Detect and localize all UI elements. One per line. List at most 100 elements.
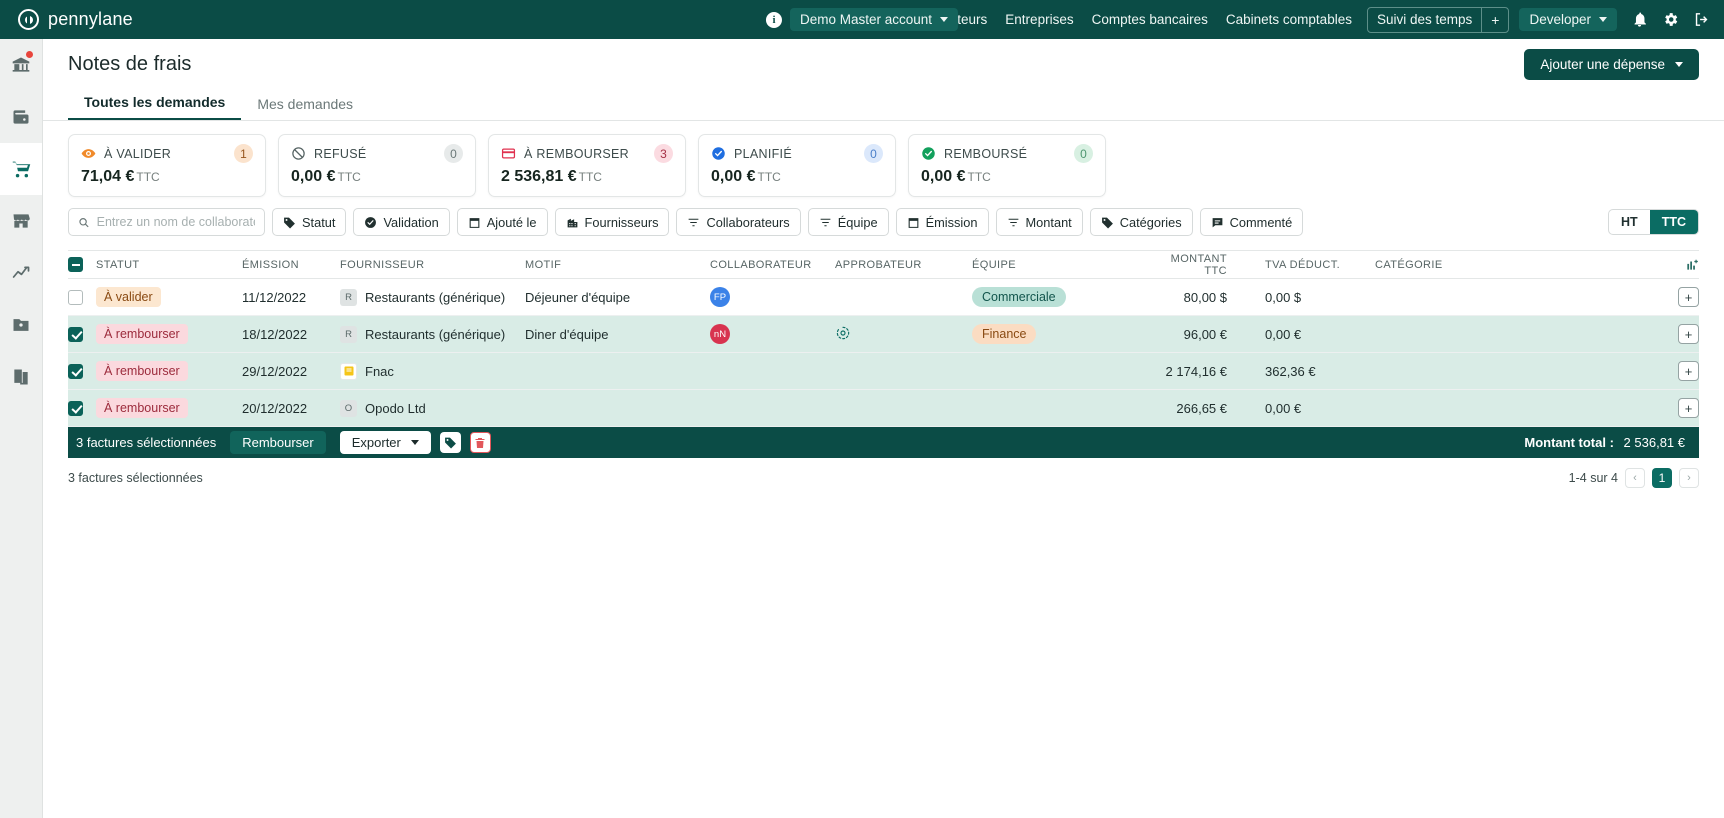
stat-card-planifie[interactable]: PLANIFIÉ 0 0,00 € TTC	[698, 134, 896, 197]
cell-actions: +	[1653, 361, 1699, 381]
cell-statut: À rembourser	[96, 324, 242, 344]
column-header-approbateur[interactable]: APPROBATEUR	[835, 259, 972, 271]
column-header-motif[interactable]: MOTIF	[525, 259, 710, 271]
rembourser-button[interactable]: Rembourser	[230, 431, 326, 454]
column-header-categorie[interactable]: CATÉGORIE	[1375, 259, 1653, 271]
sidebar-item-wallet[interactable]	[0, 91, 42, 143]
select-all-checkbox[interactable]	[68, 257, 83, 272]
nav-link-entreprises[interactable]: Entreprises	[996, 12, 1082, 27]
stat-card-a-valider[interactable]: À VALIDER 1 71,04 € TTC	[68, 134, 266, 197]
time-tracking-button[interactable]: Suivi des temps	[1368, 8, 1481, 32]
filter-collaborateurs[interactable]: Collaborateurs	[676, 208, 801, 236]
table-row[interactable]: À rembourser 29/12/2022 Fnac 2 174,16 € …	[68, 353, 1699, 390]
column-header-montant-ttc[interactable]: MONTANT TTC	[1157, 253, 1265, 277]
cell-actions: +	[1653, 398, 1699, 418]
sidebar-item-contacts[interactable]	[0, 299, 42, 351]
filter-statut[interactable]: Statut	[272, 208, 347, 236]
filter-emission[interactable]: Émission	[895, 208, 989, 236]
building-icon	[567, 218, 577, 227]
time-tracking-add-button[interactable]: +	[1481, 7, 1508, 32]
filter-validation[interactable]: Validation	[353, 208, 450, 236]
cell-equipe: Commerciale	[972, 287, 1157, 307]
add-category-button[interactable]: +	[1678, 398, 1699, 418]
search-icon	[79, 217, 89, 227]
stat-label: REMBOURSÉ	[944, 146, 1028, 161]
cell-emission: 18/12/2022	[242, 326, 308, 342]
column-header-emission[interactable]: ÉMISSION	[242, 259, 340, 271]
toggle-ht[interactable]: HT	[1609, 210, 1650, 234]
eye-icon	[81, 149, 96, 158]
column-header-equipe[interactable]: ÉQUIPE	[972, 259, 1157, 271]
column-header-collaborateur[interactable]: COLLABORATEUR	[710, 259, 835, 271]
toggle-ttc[interactable]: TTC	[1649, 210, 1698, 234]
chevron-down-icon	[940, 17, 949, 22]
table-row[interactable]: À rembourser 20/12/2022 O Opodo Ltd 266,…	[68, 390, 1699, 427]
brand-logo-group[interactable]: pennylane	[18, 9, 133, 30]
sidebar-item-store[interactable]	[0, 195, 42, 247]
stat-card-rembourse[interactable]: REMBOURSÉ 0 0,00 € TTC	[908, 134, 1106, 197]
add-category-button[interactable]: +	[1678, 287, 1699, 307]
filter-bar: Statut Validation Ajouté le Fournisseurs…	[43, 197, 1724, 236]
pagination-prev-button[interactable]: ‹	[1625, 468, 1645, 488]
avatar: nN	[710, 324, 730, 344]
notification-dot	[26, 51, 33, 58]
tab-all-requests[interactable]: Toutes les demandes	[68, 94, 242, 120]
chevron-down-icon	[410, 440, 419, 445]
ban-icon	[292, 147, 305, 160]
column-header-statut[interactable]: STATUT	[96, 259, 242, 271]
gear-icon[interactable]	[1662, 11, 1679, 28]
cell-montant-ttc: 80,00 $	[1183, 289, 1227, 305]
filter-ajoute-le[interactable]: Ajouté le	[456, 208, 548, 236]
add-category-button[interactable]: +	[1678, 324, 1699, 344]
row-checkbox[interactable]	[68, 289, 83, 305]
tag-icon[interactable]	[439, 432, 461, 453]
pagination-next-button[interactable]: ›	[1679, 468, 1699, 488]
time-tracking-group: Suivi des temps +	[1366, 6, 1510, 33]
status-summary-cards: À VALIDER 1 71,04 € TTC REFUSÉ 0 0,00 € TT…	[43, 121, 1724, 197]
bell-icon[interactable]	[1631, 11, 1648, 28]
filter-commente[interactable]: Commenté	[1199, 208, 1304, 236]
table-row[interactable]: À rembourser 18/12/2022 R Restaurants (g…	[68, 316, 1699, 353]
selection-count-label: 3 factures sélectionnées	[76, 435, 217, 450]
trash-icon[interactable]	[469, 432, 491, 453]
filter-fournisseurs[interactable]: Fournisseurs	[554, 208, 670, 236]
page-header: Notes de frais Ajouter une dépense	[43, 39, 1724, 89]
search-input[interactable]	[96, 215, 255, 229]
sidebar-item-books[interactable]	[0, 351, 42, 403]
table-row[interactable]: À valider 11/12/2022 R Restaurants (géné…	[68, 279, 1699, 316]
developer-menu-button[interactable]: Developer	[1519, 8, 1617, 31]
supplier-name: Fnac	[365, 363, 394, 379]
add-expense-button[interactable]: Ajouter une dépense	[1524, 48, 1699, 80]
row-checkbox[interactable]	[68, 326, 83, 342]
column-header-tva-deduct[interactable]: TVA DÉDUCT.	[1265, 259, 1375, 271]
top-nav-links: Utilisateurs Entreprises Comptes bancair…	[912, 6, 1724, 33]
nav-link-cabinets-comptables[interactable]: Cabinets comptables	[1217, 12, 1361, 27]
tab-my-requests[interactable]: Mes demandes	[241, 96, 369, 120]
card-icon	[501, 148, 516, 159]
stat-card-refuse[interactable]: REFUSÉ 0 0,00 € TTC	[278, 134, 476, 197]
nav-link-comptes-bancaires[interactable]: Comptes bancaires	[1083, 12, 1217, 27]
row-checkbox[interactable]	[68, 363, 83, 379]
cell-tva-deduct: 0,00 €	[1265, 326, 1302, 342]
exporter-button[interactable]: Exporter	[339, 431, 431, 454]
sidebar-item-analytics[interactable]	[0, 247, 42, 299]
column-settings-icon[interactable]	[1653, 258, 1699, 272]
filter-montant[interactable]: Montant	[995, 208, 1083, 236]
pagination-page-1[interactable]: 1	[1652, 468, 1672, 488]
filter-categories[interactable]: Catégories	[1089, 208, 1193, 236]
account-switcher-button[interactable]: Demo Master account	[789, 8, 959, 31]
supplier-avatar: R	[340, 325, 357, 343]
add-category-button[interactable]: +	[1678, 361, 1699, 381]
search-box[interactable]	[68, 208, 265, 236]
column-header-fournisseur[interactable]: FOURNISSEUR	[340, 259, 525, 271]
cell-motif: Diner d'équipe	[525, 326, 609, 342]
filter-equipe[interactable]: Équipe	[807, 208, 889, 236]
brand-name: pennylane	[48, 9, 133, 29]
sidebar-item-purchases[interactable]	[0, 143, 42, 195]
sidebar-item-bank[interactable]	[0, 39, 42, 91]
info-icon[interactable]: i	[765, 11, 782, 28]
pagination-range: 1-4 sur 4	[1568, 471, 1618, 485]
logout-icon[interactable]	[1693, 11, 1710, 28]
row-checkbox[interactable]	[68, 400, 83, 416]
stat-card-a-rembourser[interactable]: À REMBOURSER 3 2 536,81 € TTC	[488, 134, 686, 197]
